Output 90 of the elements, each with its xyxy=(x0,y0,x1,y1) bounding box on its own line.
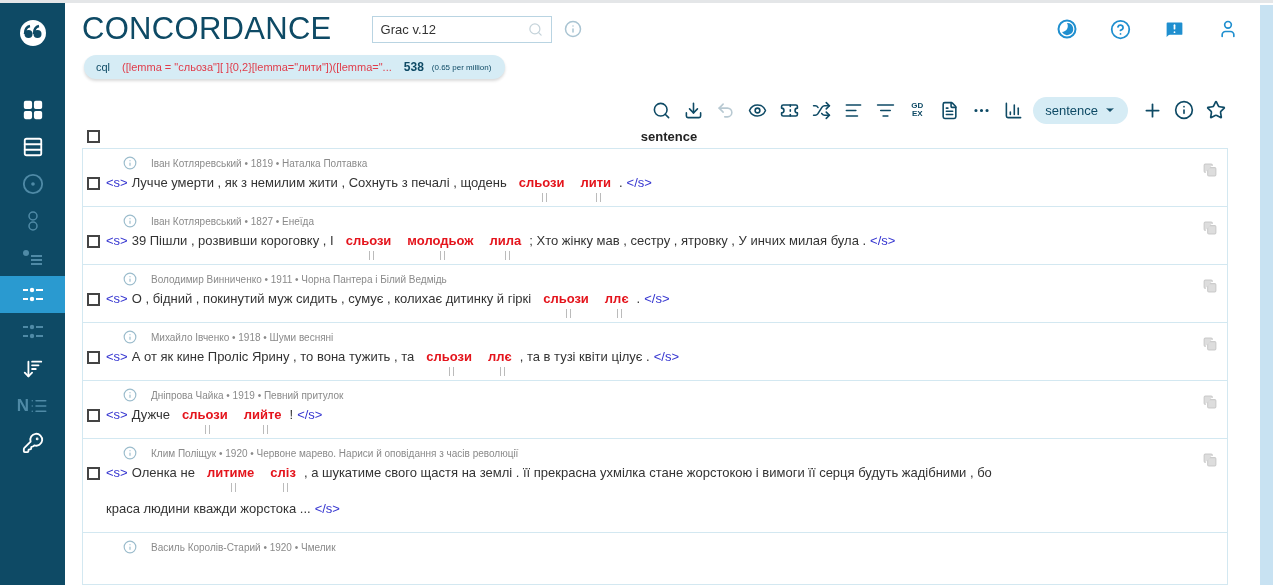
star-icon[interactable] xyxy=(1206,100,1226,121)
sentence-text: О , бідний , покинутий муж сидить , сумує , колихає дитинку й гіркі xyxy=(131,291,532,306)
sentence-text: ! xyxy=(289,407,294,422)
query-type: cql xyxy=(96,61,111,73)
hit-marker xyxy=(499,367,505,376)
download-icon[interactable] xyxy=(683,100,703,120)
source-meta: Іван Котляревський • 1819 • Наталка Полтавка xyxy=(151,157,368,169)
hit-word[interactable]: литиме xyxy=(206,464,255,482)
search-field[interactable]: Grac v.12 xyxy=(371,15,552,43)
sentence-tag: <s> xyxy=(106,349,128,364)
row-checkbox[interactable] xyxy=(87,235,100,248)
hit-word[interactable]: сліз xyxy=(270,464,296,482)
sentence-tag: <s> xyxy=(106,407,128,422)
stack-icon[interactable] xyxy=(21,135,44,158)
sentence-tag: <s> xyxy=(106,291,128,306)
hit-marker xyxy=(505,251,511,260)
chart-icon[interactable] xyxy=(1003,100,1023,120)
hit-marker xyxy=(262,425,268,434)
sentence-text: Лучче умерти , як з немилим жити , Сохнуть з печалі , щодень xyxy=(131,175,507,190)
hit-marker xyxy=(368,251,374,260)
sentence-tag: </s> xyxy=(297,407,323,422)
sentence-text: краса людини кважди жорстока ... xyxy=(106,501,311,516)
hit-word[interactable]: ллє xyxy=(487,348,512,366)
sentence-tag: <s> xyxy=(106,175,128,190)
sentence-tag: </s> xyxy=(870,233,896,248)
sidebar-label: N xyxy=(16,395,30,416)
sentence-text: . xyxy=(636,291,641,306)
column-header: sentence xyxy=(639,128,699,144)
hit-word[interactable]: лийте xyxy=(243,406,282,424)
page-title: CONCORDANCE xyxy=(82,11,332,47)
hit-word[interactable]: сльози xyxy=(345,232,392,250)
hit-word[interactable]: ллє xyxy=(604,290,629,308)
zoom-icon[interactable] xyxy=(651,100,671,120)
hit-marker xyxy=(541,193,547,202)
source-meta: Клим Поліщук • 1920 • Червоне марево. Нариси й оповідання з часів революції xyxy=(151,447,519,459)
sentence-text: , та в тузі квіти цілує . xyxy=(519,349,650,364)
hit-word[interactable]: сльози xyxy=(426,348,472,366)
sentence-tag: <s> xyxy=(106,233,128,248)
row-checkbox[interactable] xyxy=(87,293,100,306)
document-icon[interactable] xyxy=(939,100,959,120)
hit-word[interactable]: сльози xyxy=(543,290,589,308)
help-icon[interactable] xyxy=(1110,18,1131,40)
sentence-text: 39 Пішли , розвивши короговку , І xyxy=(131,233,334,248)
user-icon[interactable] xyxy=(1218,19,1238,39)
theme-icon[interactable] xyxy=(1057,19,1077,39)
source-meta: Володимир Винниченко • 1911 • Чорна Пантера і Білий Ведмідь xyxy=(151,273,447,285)
hit-word[interactable]: молодьож xyxy=(407,232,474,250)
result-count: 538 xyxy=(403,60,424,74)
hit-word[interactable]: лила xyxy=(489,232,522,250)
frequency-text: (0.65 per million) xyxy=(431,62,492,72)
sentence-tag: <s> xyxy=(106,465,128,480)
source-meta: Дніпрова Чайка • 1919 • Певний притулок xyxy=(151,389,344,401)
hit-marker xyxy=(283,483,289,492)
hit-marker xyxy=(449,367,455,376)
row-checkbox[interactable] xyxy=(87,409,100,422)
sentence-tag: </s> xyxy=(644,291,670,306)
hit-word[interactable]: сльози xyxy=(518,174,565,192)
hit-word[interactable]: лити xyxy=(580,174,611,192)
source-meta: Михайло Івченко • 1918 • Шуми весняні xyxy=(151,331,334,343)
source-meta: Іван Котляревський • 1827 • Енеїда xyxy=(151,215,314,227)
sentence-text: , а шукатиме свого щастя на землі . її прекрасна ухмілка стане жорстокою і вимоги її серця будуть жадібними , бо xyxy=(303,465,992,480)
query-text: ([lemma = "сльоза"][ ]{0,2}[lemma="лити"])([lemma="... xyxy=(122,61,392,73)
row-checkbox[interactable] xyxy=(87,467,100,480)
shuffle-icon[interactable] xyxy=(811,100,831,120)
gdex-button[interactable]: GD EX xyxy=(910,102,925,119)
sentence-tag: </s> xyxy=(314,501,340,516)
hit-marker xyxy=(616,309,622,318)
sentence-text: Дужче xyxy=(131,407,170,422)
hit-marker xyxy=(204,425,210,434)
hit-marker xyxy=(595,193,601,202)
sentence-text: ; Хто жінку мав , сестру , ятровку , У инчих милая була . xyxy=(529,233,867,248)
source-meta: Василь Королів-Старий • 1920 • Чмелик xyxy=(151,541,336,553)
sentence-text: Оленка не xyxy=(131,465,195,480)
sentence-tag: </s> xyxy=(626,175,652,190)
row-checkbox[interactable] xyxy=(87,351,100,364)
sentence-text: А от як кине Проліс Ярину , то вона тужить , та xyxy=(131,349,415,364)
hit-marker xyxy=(566,309,571,318)
sentence-tag: </s> xyxy=(653,349,679,364)
hit-marker xyxy=(440,251,446,260)
dashboard-icon[interactable] xyxy=(21,98,44,121)
info-icon[interactable] xyxy=(1174,100,1194,121)
logo-icon xyxy=(18,19,47,47)
sentence-text: . xyxy=(619,175,623,190)
view-select[interactable]: sentence xyxy=(1033,96,1128,124)
row-checkbox[interactable] xyxy=(87,177,100,190)
select-all-checkbox[interactable] xyxy=(87,129,100,143)
dot-list-icon[interactable] xyxy=(21,285,44,304)
key-icon[interactable] xyxy=(21,431,44,454)
hit-marker xyxy=(230,483,236,492)
hit-word[interactable]: сльози xyxy=(182,406,228,424)
